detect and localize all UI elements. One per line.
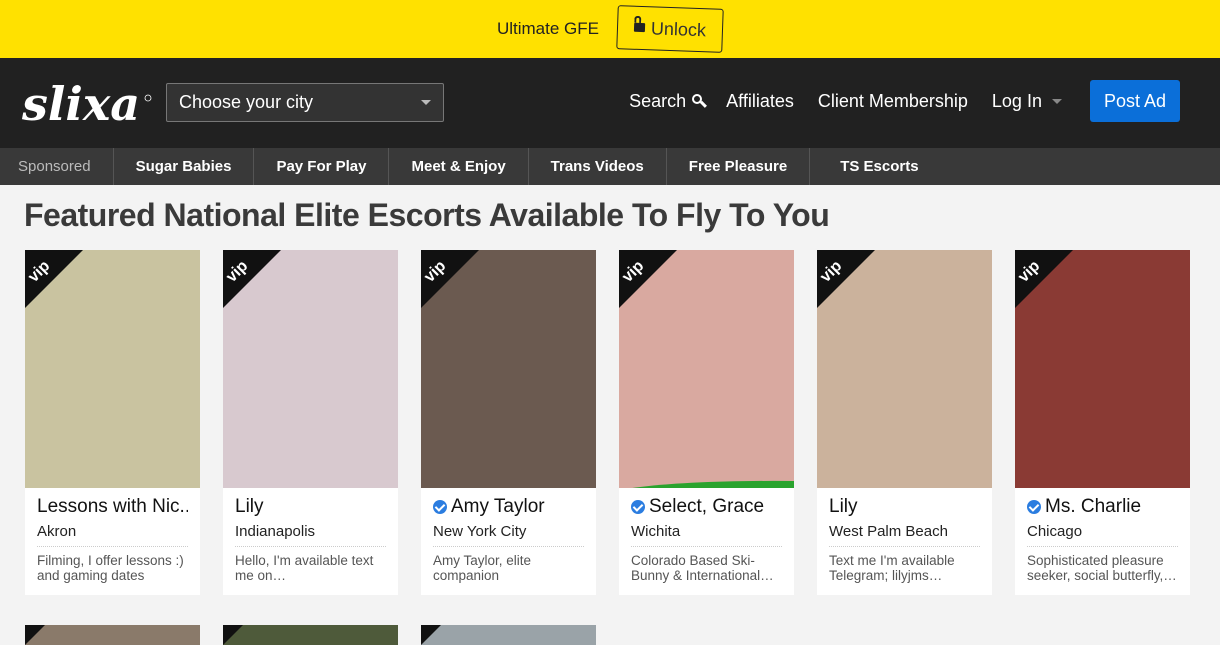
next-card-row [25, 625, 596, 645]
profile-name: Lily [235, 496, 264, 517]
profile-card[interactable] [223, 625, 398, 645]
subnav-free-pleasure[interactable]: Free Pleasure [667, 148, 811, 185]
post-ad-button[interactable]: Post Ad [1089, 80, 1180, 122]
unlock-button[interactable]: Unlock [616, 5, 724, 53]
profile-city: Indianapolis [235, 523, 386, 547]
sponsored-subnav: Sponsored Sugar Babies Pay For Play Meet… [0, 148, 1220, 185]
verified-icon [433, 500, 447, 514]
site-header: slixa Choose your city Search Affiliates… [0, 58, 1220, 148]
promo-banner: Ultimate GFE Unlock [0, 0, 1220, 58]
slixa-logo[interactable]: slixa [22, 68, 152, 138]
verified-icon [1027, 500, 1041, 514]
verified-icon [631, 500, 645, 514]
profile-card[interactable]: vip Lessons with Nic... Akron Filming, I… [25, 250, 200, 595]
nav-client-membership[interactable]: Client Membership [818, 91, 968, 112]
vip-badge [25, 625, 45, 645]
profile-photo[interactable]: vip [1015, 250, 1190, 488]
profile-card[interactable]: vip Lily West Palm Beach Text me I'm ava… [817, 250, 992, 595]
nav-login[interactable]: Log In [992, 91, 1062, 112]
subnav-sugar-babies[interactable]: Sugar Babies [114, 148, 255, 185]
nav-search-label: Search [629, 90, 687, 111]
page-title: Featured National Elite Escorts Availabl… [24, 197, 830, 233]
profile-desc: Sophisticated pleasure seeker, social bu… [1027, 553, 1177, 583]
promo-text: Ultimate GFE [496, 19, 599, 38]
logo-text: slixa [22, 77, 140, 131]
highlight-bar [632, 480, 794, 488]
chevron-down-icon [421, 100, 431, 105]
subnav-sponsored: Sponsored [0, 148, 114, 185]
profile-name: Lessons with Nic... [37, 496, 188, 517]
profile-desc: Hello, I'm available text me on… [235, 553, 374, 583]
nav-login-label: Log In [991, 90, 1042, 111]
profile-name: Select, Grace [649, 496, 765, 517]
profile-desc: Text me I'm available Telegram; lilyjms… [829, 553, 955, 583]
profile-card[interactable]: vip Lily Indianapolis Hello, I'm availab… [223, 250, 398, 595]
profile-name: Amy Taylor [451, 496, 545, 517]
profile-photo[interactable]: vip [817, 250, 992, 488]
main-nav: Search Affiliates Client Membership Log … [605, 80, 1180, 122]
profile-desc: Filming, I offer lessons :) and gaming d… [37, 553, 184, 583]
profile-photo[interactable]: vip [619, 250, 794, 488]
vip-badge [223, 625, 243, 645]
profile-card[interactable] [25, 625, 200, 645]
subnav-ts-escorts[interactable]: TS Escorts [810, 148, 940, 185]
unlock-label: Unlock [650, 17, 707, 40]
profile-card[interactable] [421, 625, 596, 645]
profile-photo[interactable]: vip [223, 250, 398, 488]
profile-name: Lily [829, 496, 858, 517]
profile-city: Chicago [1027, 523, 1178, 547]
profile-desc: Amy Taylor, elite companion [433, 553, 532, 583]
subnav-meet-enjoy[interactable]: Meet & Enjoy [389, 148, 529, 185]
city-select[interactable]: Choose your city [166, 83, 444, 122]
search-icon [692, 94, 703, 104]
nav-search[interactable]: Search [629, 90, 703, 112]
city-select-value: Choose your city [179, 92, 314, 112]
nav-affiliates[interactable]: Affiliates [726, 91, 794, 112]
featured-cards: vip Lessons with Nic... Akron Filming, I… [25, 250, 1190, 595]
profile-city: West Palm Beach [829, 523, 980, 547]
profile-photo[interactable]: vip [25, 250, 200, 488]
profile-photo[interactable]: vip [421, 250, 596, 488]
profile-name: Ms. Charlie [1045, 496, 1142, 517]
subnav-pay-for-play[interactable]: Pay For Play [254, 148, 390, 185]
profile-city: Akron [37, 523, 188, 547]
profile-desc: Colorado Based Ski-Bunny & International… [631, 553, 774, 583]
profile-city: New York City [433, 523, 584, 547]
lock-icon [633, 22, 646, 32]
profile-city: Wichita [631, 523, 782, 547]
profile-card[interactable]: vip Select, Grace Wichita Colorado Based… [619, 250, 794, 595]
chevron-down-icon [1051, 98, 1062, 104]
profile-card[interactable]: vip Ms. Charlie Chicago Sophisticated pl… [1015, 250, 1190, 595]
subnav-trans-videos[interactable]: Trans Videos [529, 148, 667, 185]
vip-badge [421, 625, 441, 645]
profile-card[interactable]: vip Amy Taylor New York City Amy Taylor,… [421, 250, 596, 595]
